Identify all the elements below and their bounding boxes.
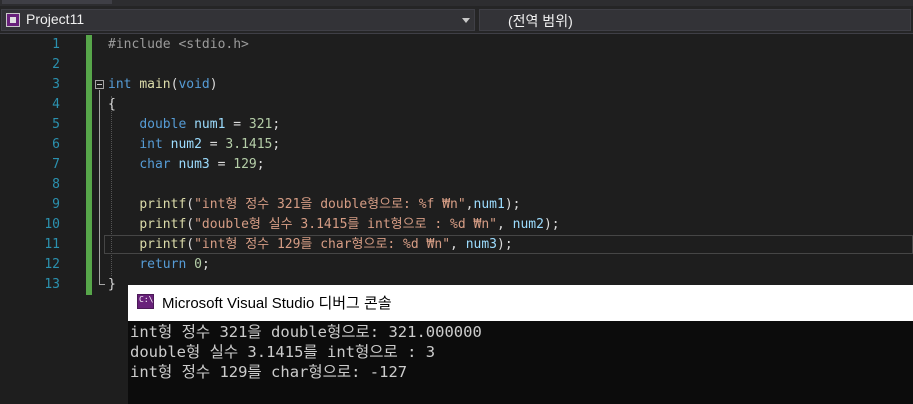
punctuation: ( — [186, 237, 195, 252]
code-line-12[interactable]: return 0; — [108, 255, 210, 275]
variable: num2 — [512, 217, 544, 232]
line-number: 2 — [52, 57, 60, 72]
console-output-line: int형 정수 129를 char형으로: -127 — [130, 363, 408, 381]
line-number: 9 — [52, 197, 60, 212]
string-literal: "double형 실수 3.1415를 int형으로 : %d ₩n" — [194, 217, 497, 232]
line-number: 7 — [52, 157, 60, 172]
code-line-5[interactable]: double num1 = 321; — [108, 115, 280, 135]
function-name: printf — [139, 237, 187, 252]
collapse-toggle-icon[interactable] — [95, 80, 104, 89]
console-output-line: double형 실수 3.1415를 int형으로 : 3 — [130, 343, 436, 361]
line-number: 6 — [52, 137, 60, 152]
number-literal: 129 — [233, 157, 257, 172]
code-line-10[interactable]: printf("double형 실수 3.1415를 int형으로 : %d ₩… — [108, 215, 560, 235]
function-name: printf — [139, 197, 187, 212]
punctuation: , — [496, 217, 513, 232]
console-output-line: int형 정수 321을 double형으로: 321.000000 — [130, 323, 482, 341]
code-line-6[interactable]: int num2 = 3.1415; — [108, 135, 280, 155]
line-number: 1 — [52, 37, 60, 52]
line-number: 5 — [52, 117, 60, 132]
debug-console-window[interactable]: C:\ Microsoft Visual Studio 디버그 콘솔 int형 … — [128, 285, 913, 404]
line-number: 10 — [44, 217, 60, 232]
change-tracking-bar — [86, 35, 92, 295]
keyword: int — [108, 77, 132, 92]
variable: num1 — [194, 117, 226, 132]
keyword: return — [139, 257, 187, 272]
punctuation: ) — [209, 77, 218, 92]
variable: num3 — [178, 157, 210, 172]
variable: num3 — [465, 237, 497, 252]
punctuation: ( — [186, 197, 195, 212]
punctuation: ); — [543, 217, 560, 232]
chevron-down-icon[interactable] — [462, 18, 470, 23]
keyword: int — [139, 137, 163, 152]
function-name: main — [139, 77, 171, 92]
operator: = — [201, 137, 226, 152]
document-tab[interactable] — [2, 0, 112, 4]
project-label: Project11 — [26, 11, 85, 27]
console-title-bar[interactable]: C:\ Microsoft Visual Studio 디버그 콘솔 — [128, 285, 913, 321]
line-number-gutter: 1 2 3 4 5 6 7 8 9 10 11 12 13 — [0, 35, 90, 404]
code-line-4[interactable]: { — [108, 95, 116, 115]
punctuation: ); — [504, 197, 521, 212]
code-line-7[interactable]: char num3 = 129; — [108, 155, 265, 175]
variable: num1 — [473, 197, 505, 212]
code-line-3[interactable]: int main(void) — [108, 75, 218, 95]
string-literal: "int형 정수 129를 char형으로: %d ₩n" — [194, 237, 451, 252]
code-line-1[interactable]: #include <stdio.h> — [108, 35, 249, 55]
code-line-11[interactable]: printf("int형 정수 129를 char형으로: %d ₩n", nu… — [108, 235, 513, 255]
brace: { — [108, 97, 116, 112]
line-number: 13 — [44, 277, 60, 292]
line-number: 8 — [52, 177, 60, 192]
project-dropdown[interactable]: Project11 — [1, 9, 475, 31]
scope-dropdown[interactable]: (전역 범위) — [479, 9, 911, 31]
number-literal: 321 — [248, 117, 273, 132]
semicolon: ; — [272, 137, 281, 152]
punctuation: ( — [186, 217, 195, 232]
punctuation: , — [465, 197, 474, 212]
console-app-icon: C:\ — [137, 294, 154, 309]
keyword: char — [139, 157, 171, 172]
operator: = — [225, 117, 249, 132]
line-number: 4 — [52, 97, 60, 112]
semicolon: ; — [272, 117, 281, 132]
console-title: Microsoft Visual Studio 디버그 콘솔 — [162, 295, 392, 312]
line-number: 3 — [52, 77, 60, 92]
string-literal: "int형 정수 321을 double형으로: %f ₩n" — [194, 197, 466, 212]
scope-label: (전역 범위) — [508, 13, 573, 29]
operator: = — [209, 157, 234, 172]
line-number: 11 — [44, 237, 60, 252]
variable: num2 — [170, 137, 202, 152]
number-literal: 3.1415 — [225, 137, 273, 152]
brace: } — [108, 277, 116, 292]
cpp-project-icon — [6, 13, 20, 27]
console-icon-label: C:\ — [139, 295, 154, 304]
punctuation: ); — [497, 237, 513, 252]
number-literal: 0 — [194, 257, 202, 272]
code-line-9[interactable]: printf("int형 정수 321을 double형으로: %f ₩n",n… — [108, 195, 520, 215]
outline-line — [99, 90, 100, 285]
semicolon: ; — [256, 157, 265, 172]
navigation-bar: Project11 (전역 범위) — [0, 6, 913, 34]
semicolon: ; — [201, 257, 210, 272]
keyword: double — [139, 117, 187, 132]
line-number: 12 — [44, 257, 60, 272]
preprocessor-include: #include <stdio.h> — [108, 37, 249, 52]
keyword: void — [178, 77, 210, 92]
outline-end — [99, 284, 105, 285]
punctuation: , — [450, 237, 466, 252]
code-line-13[interactable]: } — [108, 275, 116, 295]
function-name: printf — [139, 217, 187, 232]
